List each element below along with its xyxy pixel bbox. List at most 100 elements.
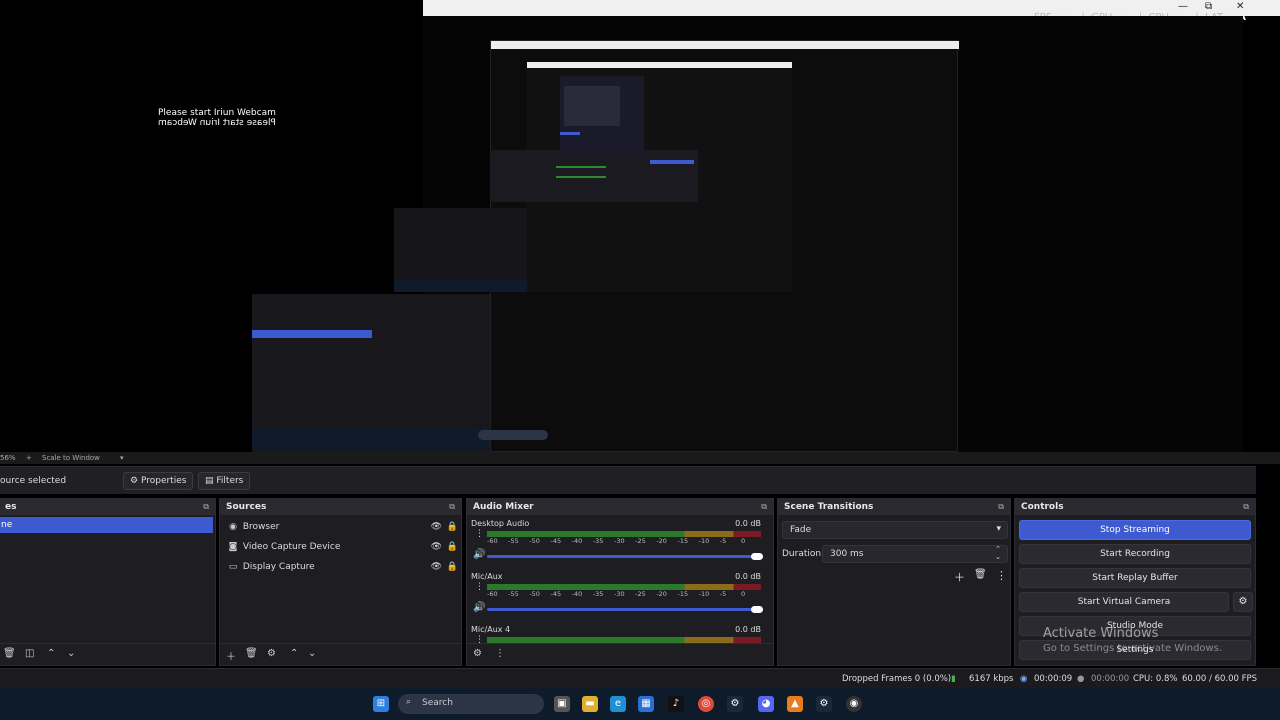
- gear-icon[interactable]: ⚙: [473, 648, 482, 659]
- webcam-message: Please start Iriun Webcam Please start I…: [158, 108, 276, 128]
- audio-mixer-dock: Audio Mixer ⧉ Desktop Audio 0.0 dB ⋮ -60…: [466, 498, 774, 666]
- signal-icon: ▮: [951, 674, 956, 684]
- more-icon[interactable]: ⋮: [475, 529, 484, 539]
- meter-tick-label: -30: [614, 590, 625, 598]
- volume-slider[interactable]: [487, 555, 757, 558]
- steam-icon[interactable]: ⚙: [727, 696, 743, 712]
- source-item-display-capture[interactable]: ▭ Display Capture 👁 🔒: [226, 557, 462, 577]
- stop-streaming-button[interactable]: Stop Streaming: [1019, 520, 1251, 540]
- meter-tick-label: -10: [698, 590, 710, 598]
- source-item-browser[interactable]: ◉ Browser 👁 🔒: [226, 517, 462, 537]
- more-icon[interactable]: ⋮: [495, 648, 505, 659]
- move-up-icon[interactable]: ⌃: [290, 648, 298, 659]
- stream-time: 00:00:09: [1034, 674, 1073, 684]
- lock-icon[interactable]: 🔒: [447, 517, 458, 537]
- speaker-icon[interactable]: 🔊: [473, 549, 485, 560]
- source-label: Video Capture Device: [242, 542, 341, 552]
- filter-icon[interactable]: ◫: [25, 648, 34, 659]
- source-item-video-capture[interactable]: ◙ Video Capture Device 👁 🔒: [226, 537, 462, 557]
- meter-tick-label: -25: [635, 537, 646, 545]
- sources-dock-title: Sources ⧉: [220, 499, 461, 515]
- discord-icon[interactable]: ◕: [758, 696, 774, 712]
- status-bar: Dropped Frames 0 (0.0%) ▮ 6167 kbps ◉ 00…: [0, 668, 1280, 688]
- virtual-camera-gear-icon[interactable]: ⚙: [1233, 592, 1253, 612]
- brave-icon[interactable]: ▲: [787, 696, 803, 712]
- filters-label: Filters: [216, 476, 244, 486]
- nested3-meter-2: [556, 176, 606, 178]
- zoom-in-icon[interactable]: +: [26, 452, 32, 464]
- trash-icon[interactable]: 🗑: [974, 569, 987, 580]
- channel-name: Desktop Audio: [471, 519, 530, 528]
- eye-icon[interactable]: 👁: [431, 557, 442, 577]
- speaker-icon[interactable]: 🔊: [473, 602, 485, 613]
- nested-taskbar-icons: [462, 430, 742, 442]
- volume-slider-handle[interactable]: [751, 606, 763, 613]
- meter-tick-label: -15: [677, 537, 689, 545]
- eye-icon[interactable]: 👁: [431, 537, 442, 557]
- transition-select[interactable]: Fade ▾: [782, 521, 1008, 539]
- eye-icon[interactable]: 👁: [431, 517, 442, 537]
- move-down-icon[interactable]: ⌄: [67, 648, 75, 659]
- volume-slider[interactable]: [487, 608, 757, 611]
- activate-windows-title: Activate Windows: [1043, 626, 1159, 641]
- meter-tick-label: -10: [698, 537, 710, 545]
- preview-canvas[interactable]: Please start Iriun Webcam Please start I…: [0, 0, 1280, 452]
- start-replay-buffer-button[interactable]: Start Replay Buffer: [1019, 568, 1251, 588]
- file-explorer-icon[interactable]: ▬: [582, 696, 598, 712]
- properties-button[interactable]: ⚙ Properties: [123, 472, 194, 490]
- edge-icon[interactable]: e: [610, 696, 626, 712]
- meter-tick-label: -20: [656, 537, 667, 545]
- cpu-usage: CPU: 0.8%: [1133, 674, 1178, 684]
- lock-icon[interactable]: 🔒: [447, 537, 458, 557]
- undock-icon[interactable]: ⧉: [761, 502, 767, 512]
- start-virtual-camera-button[interactable]: Start Virtual Camera: [1019, 592, 1229, 612]
- scenes-title: es: [5, 502, 17, 512]
- chevron-down-icon[interactable]: ▾: [120, 452, 124, 464]
- source-label: Display Capture: [242, 562, 315, 572]
- nested-obs-ui-3: [490, 150, 698, 202]
- windows-start-icon[interactable]: ⊞: [373, 696, 389, 712]
- add-icon[interactable]: ＋: [226, 648, 236, 663]
- meter-tick-label: -60: [487, 590, 498, 598]
- undock-icon[interactable]: ⧉: [1243, 502, 1249, 512]
- no-source-selected: ource selected: [0, 476, 67, 486]
- meter-tick-label: -40: [571, 537, 583, 545]
- more-icon[interactable]: ⋮: [475, 582, 484, 592]
- filters-button[interactable]: ▤ Filters: [198, 472, 251, 490]
- gear-icon: ⚙: [130, 476, 139, 486]
- start-recording-button[interactable]: Start Recording: [1019, 544, 1251, 564]
- trash-icon[interactable]: 🗑: [3, 648, 16, 659]
- scale-mode[interactable]: Scale to Window: [42, 452, 100, 464]
- audio-mixer-title: Audio Mixer: [473, 502, 534, 512]
- zoom-level[interactable]: 56%: [0, 452, 16, 464]
- properties-label: Properties: [140, 476, 187, 486]
- taskbar-search[interactable]: ⌕ Search: [398, 694, 544, 714]
- task-view-icon[interactable]: ▣: [554, 696, 570, 712]
- channel-name: Mic/Aux 4: [471, 625, 511, 634]
- lock-icon[interactable]: 🔒: [447, 557, 458, 577]
- undock-icon[interactable]: ⧉: [449, 502, 455, 512]
- undock-icon[interactable]: ⧉: [998, 502, 1004, 512]
- gear-icon[interactable]: ⚙: [267, 648, 276, 659]
- meter-tick-label: -5: [719, 590, 727, 598]
- chrome-icon[interactable]: ◎: [698, 696, 714, 712]
- trash-icon[interactable]: 🗑: [245, 648, 258, 659]
- stepper-icon[interactable]: ⌃ ⌄: [995, 545, 1001, 561]
- move-up-icon[interactable]: ⌃: [47, 648, 55, 659]
- duration-input[interactable]: 300 ms ⌃ ⌄: [822, 545, 1008, 563]
- store-icon[interactable]: ▦: [638, 696, 654, 712]
- more-icon[interactable]: ⋮: [996, 569, 1007, 582]
- obs-icon[interactable]: ◉: [846, 696, 862, 712]
- undock-icon[interactable]: ⧉: [203, 502, 209, 512]
- volume-slider-handle[interactable]: [751, 553, 763, 560]
- meter-tick-label: -45: [550, 537, 562, 545]
- meter-tick-label: -55: [508, 537, 519, 545]
- scenes-dock-footer: 🗑 ◫ ⌃ ⌄: [0, 643, 215, 665]
- add-icon[interactable]: ＋: [954, 569, 965, 585]
- move-down-icon[interactable]: ⌄: [308, 648, 316, 659]
- tiktok-icon[interactable]: ♪: [668, 696, 684, 712]
- meter-tick-label: -25: [635, 590, 646, 598]
- scene-item-selected[interactable]: ne: [0, 517, 213, 533]
- steam-app-icon[interactable]: ⚙: [816, 696, 832, 712]
- scenes-dock: es ⧉ ne 🗑 ◫ ⌃ ⌄: [0, 498, 216, 666]
